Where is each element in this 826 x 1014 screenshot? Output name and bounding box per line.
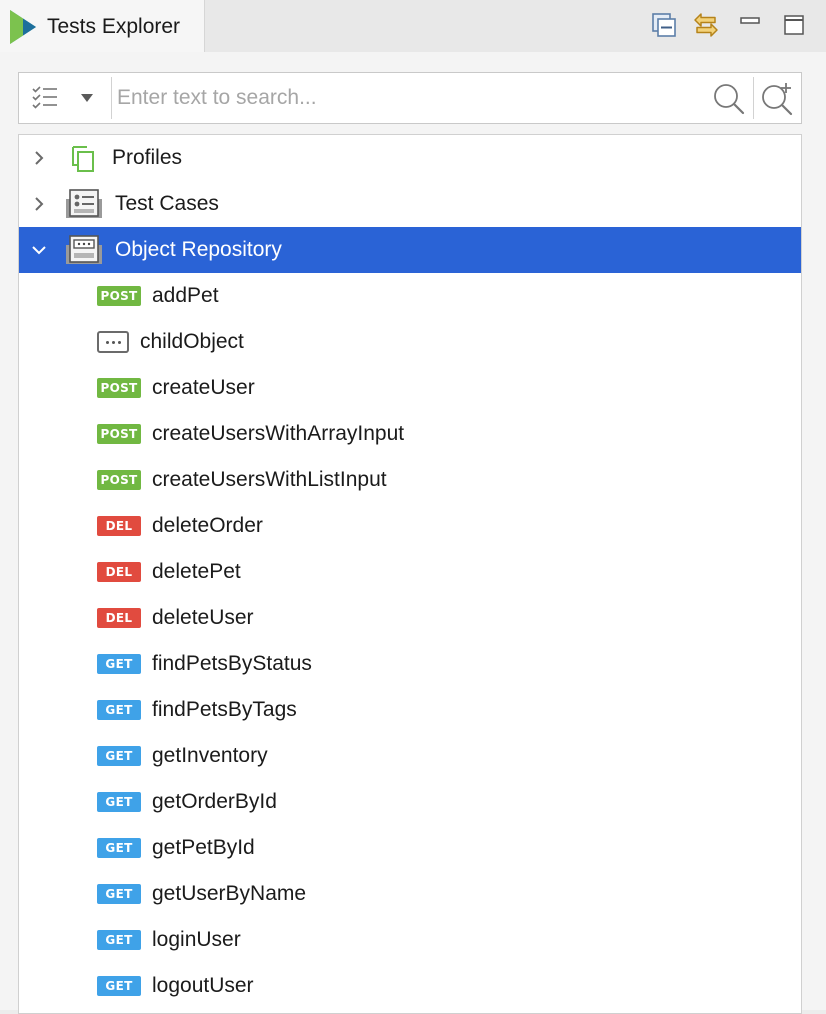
search-button[interactable] bbox=[709, 80, 749, 118]
tree-item-request[interactable]: GET findPetsByTags bbox=[19, 687, 801, 733]
tree-item-request[interactable]: GET loginUser bbox=[19, 917, 801, 963]
filter-dropdown-button[interactable] bbox=[75, 81, 99, 115]
tab-tests-explorer[interactable]: Tests Explorer bbox=[0, 0, 205, 52]
tree-item-request[interactable]: DEL deletePet bbox=[19, 549, 801, 595]
katalon-logo-icon bbox=[10, 10, 36, 44]
filter-button[interactable] bbox=[25, 81, 65, 115]
tree-item-label: deleteOrder bbox=[152, 514, 263, 537]
collapse-all-icon bbox=[652, 13, 676, 37]
post-method-icon: POST bbox=[97, 286, 141, 306]
tree-item-label: childObject bbox=[140, 330, 244, 353]
link-with-editor-icon bbox=[694, 13, 718, 37]
get-method-icon: GET bbox=[97, 976, 141, 996]
get-method-icon: GET bbox=[97, 700, 141, 720]
advanced-search-icon bbox=[762, 83, 793, 116]
test-object-icon bbox=[97, 331, 129, 353]
chevron-down-icon[interactable] bbox=[27, 238, 51, 262]
search-input[interactable] bbox=[117, 79, 707, 117]
post-method-icon: POST bbox=[97, 424, 141, 444]
profiles-icon bbox=[69, 142, 97, 174]
tree-item-test-object[interactable]: childObject bbox=[19, 319, 801, 365]
tree-item-label: Profiles bbox=[112, 146, 183, 169]
tree-item-request[interactable]: DEL deleteOrder bbox=[19, 503, 801, 549]
chevron-right-icon[interactable] bbox=[27, 146, 51, 170]
view-tab-bar: Tests Explorer bbox=[0, 0, 826, 52]
tree-item-label: findPetsByTags bbox=[152, 698, 297, 721]
post-method-icon: POST bbox=[97, 378, 141, 398]
get-method-icon: GET bbox=[97, 930, 141, 950]
separator bbox=[111, 77, 112, 119]
get-method-icon: GET bbox=[97, 746, 141, 766]
delete-method-icon: DEL bbox=[97, 562, 141, 582]
tree-item-request[interactable]: GET getUserByName bbox=[19, 871, 801, 917]
object-repository-icon bbox=[65, 234, 103, 266]
separator bbox=[753, 77, 754, 119]
test-cases-icon bbox=[65, 188, 103, 220]
tree-item-test-cases[interactable]: Test Cases bbox=[19, 181, 801, 227]
tree-item-request[interactable]: POST createUser bbox=[19, 365, 801, 411]
explorer-tree: Profiles Test Cases Object Repository PO… bbox=[18, 134, 802, 1014]
tree-item-request[interactable]: POST createUsersWithListInput bbox=[19, 457, 801, 503]
caret-down-icon bbox=[81, 94, 93, 102]
tree-item-label: loginUser bbox=[152, 928, 241, 951]
get-method-icon: GET bbox=[97, 884, 141, 904]
search-icon bbox=[714, 84, 745, 115]
tree-item-label: getInventory bbox=[152, 744, 268, 767]
tree-item-label: getUserByName bbox=[152, 882, 307, 905]
tree-item-label: deletePet bbox=[152, 560, 241, 583]
get-method-icon: GET bbox=[97, 654, 141, 674]
filter-checklist-icon bbox=[32, 86, 57, 109]
tree-item-label: createUser bbox=[152, 376, 255, 399]
chevron-right-icon[interactable] bbox=[27, 192, 51, 216]
tree-item-request[interactable]: GET getInventory bbox=[19, 733, 801, 779]
tree-item-request[interactable]: GET getOrderById bbox=[19, 779, 801, 825]
tree-item-label: logoutUser bbox=[152, 974, 254, 997]
tree-item-request[interactable]: GET findPetsByStatus bbox=[19, 641, 801, 687]
tree-item-request[interactable]: DEL deleteUser bbox=[19, 595, 801, 641]
minimize-button[interactable] bbox=[734, 8, 766, 42]
tree-item-label: createUsersWithListInput bbox=[152, 468, 387, 491]
search-bar bbox=[18, 72, 802, 124]
maximize-button[interactable] bbox=[778, 8, 810, 42]
tree-item-request[interactable]: GET getPetById bbox=[19, 825, 801, 871]
tab-title: Tests Explorer bbox=[47, 15, 181, 38]
tree-item-label: createUsersWithArrayInput bbox=[152, 422, 405, 445]
tree-item-label: getOrderById bbox=[152, 790, 277, 813]
tree-item-request[interactable]: POST createUsersWithArrayInput bbox=[19, 411, 801, 457]
tree-item-label: addPet bbox=[152, 284, 219, 307]
tree-item-request[interactable]: GET logoutUser bbox=[19, 963, 801, 1009]
get-method-icon: GET bbox=[97, 838, 141, 858]
advanced-search-button[interactable] bbox=[757, 80, 797, 118]
maximize-icon bbox=[784, 15, 804, 35]
delete-method-icon: DEL bbox=[97, 516, 141, 536]
tree-item-label: Test Cases bbox=[115, 192, 219, 215]
tree-item-object-repository[interactable]: Object Repository bbox=[19, 227, 801, 273]
tree-item-profiles[interactable]: Profiles bbox=[19, 135, 801, 181]
tree-item-label: Object Repository bbox=[115, 238, 282, 261]
delete-method-icon: DEL bbox=[97, 608, 141, 628]
minimize-icon bbox=[740, 17, 760, 24]
tree-item-label: findPetsByStatus bbox=[152, 652, 312, 675]
tests-explorer-panel: Profiles Test Cases bbox=[0, 52, 826, 1014]
get-method-icon: GET bbox=[97, 792, 141, 812]
link-with-editor-button[interactable] bbox=[690, 8, 722, 42]
tree-item-request[interactable]: POST addPet bbox=[19, 273, 801, 319]
tree-item-label: deleteUser bbox=[152, 606, 254, 629]
tree-item-label: getPetById bbox=[152, 836, 255, 859]
collapse-all-button[interactable] bbox=[648, 8, 680, 42]
post-method-icon: POST bbox=[97, 470, 141, 490]
